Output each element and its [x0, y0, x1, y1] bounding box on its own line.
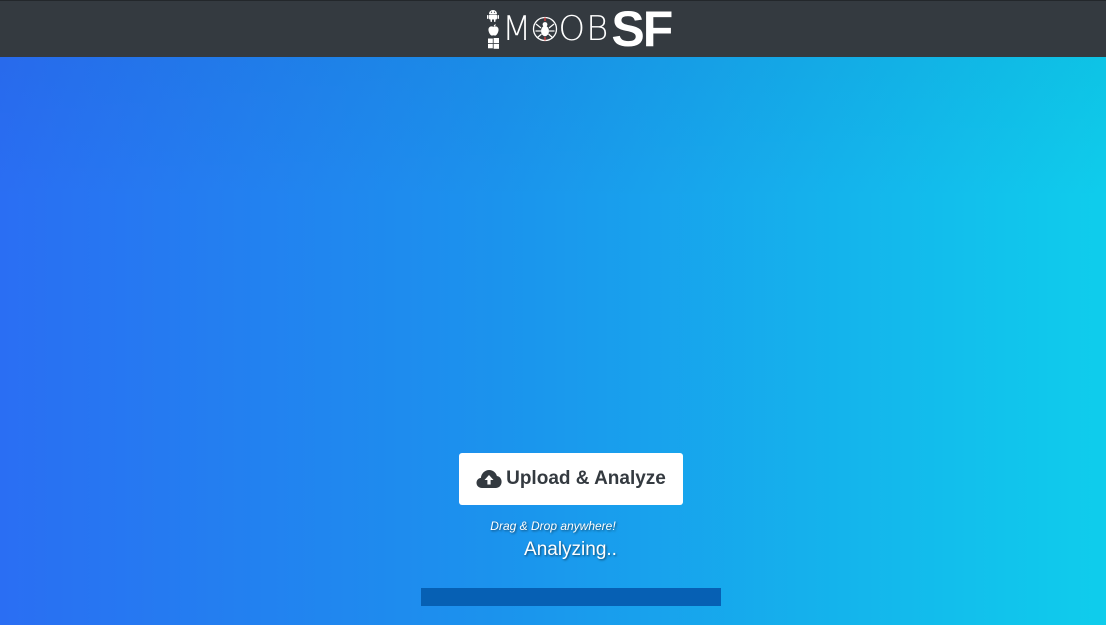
logo-text-ob: OB — [558, 9, 610, 49]
android-icon — [487, 10, 499, 22]
platform-icons — [486, 9, 500, 49]
windows-icon — [487, 38, 499, 49]
upload-analyze-button[interactable]: Upload & Analyze — [459, 453, 683, 505]
logo-text-m: M — [502, 9, 533, 49]
upload-button-label: Upload & Analyze — [506, 468, 666, 489]
apple-icon — [487, 24, 499, 36]
analysis-progress-bar — [421, 588, 721, 606]
analysis-status-text: Analyzing.. — [524, 539, 617, 560]
mobsf-logo[interactable]: M OB SF — [486, 1, 673, 57]
top-navbar: M OB SF — [0, 0, 1106, 57]
logo-wordmark-sf: SF — [611, 1, 673, 57]
progress-bar-fill — [421, 588, 721, 606]
drag-drop-hint: Drag & Drop anywhere! — [490, 519, 616, 533]
bug-icon — [533, 16, 558, 42]
logo-wordmark-mob: M OB — [502, 9, 609, 49]
cloud-upload-icon — [476, 470, 502, 488]
